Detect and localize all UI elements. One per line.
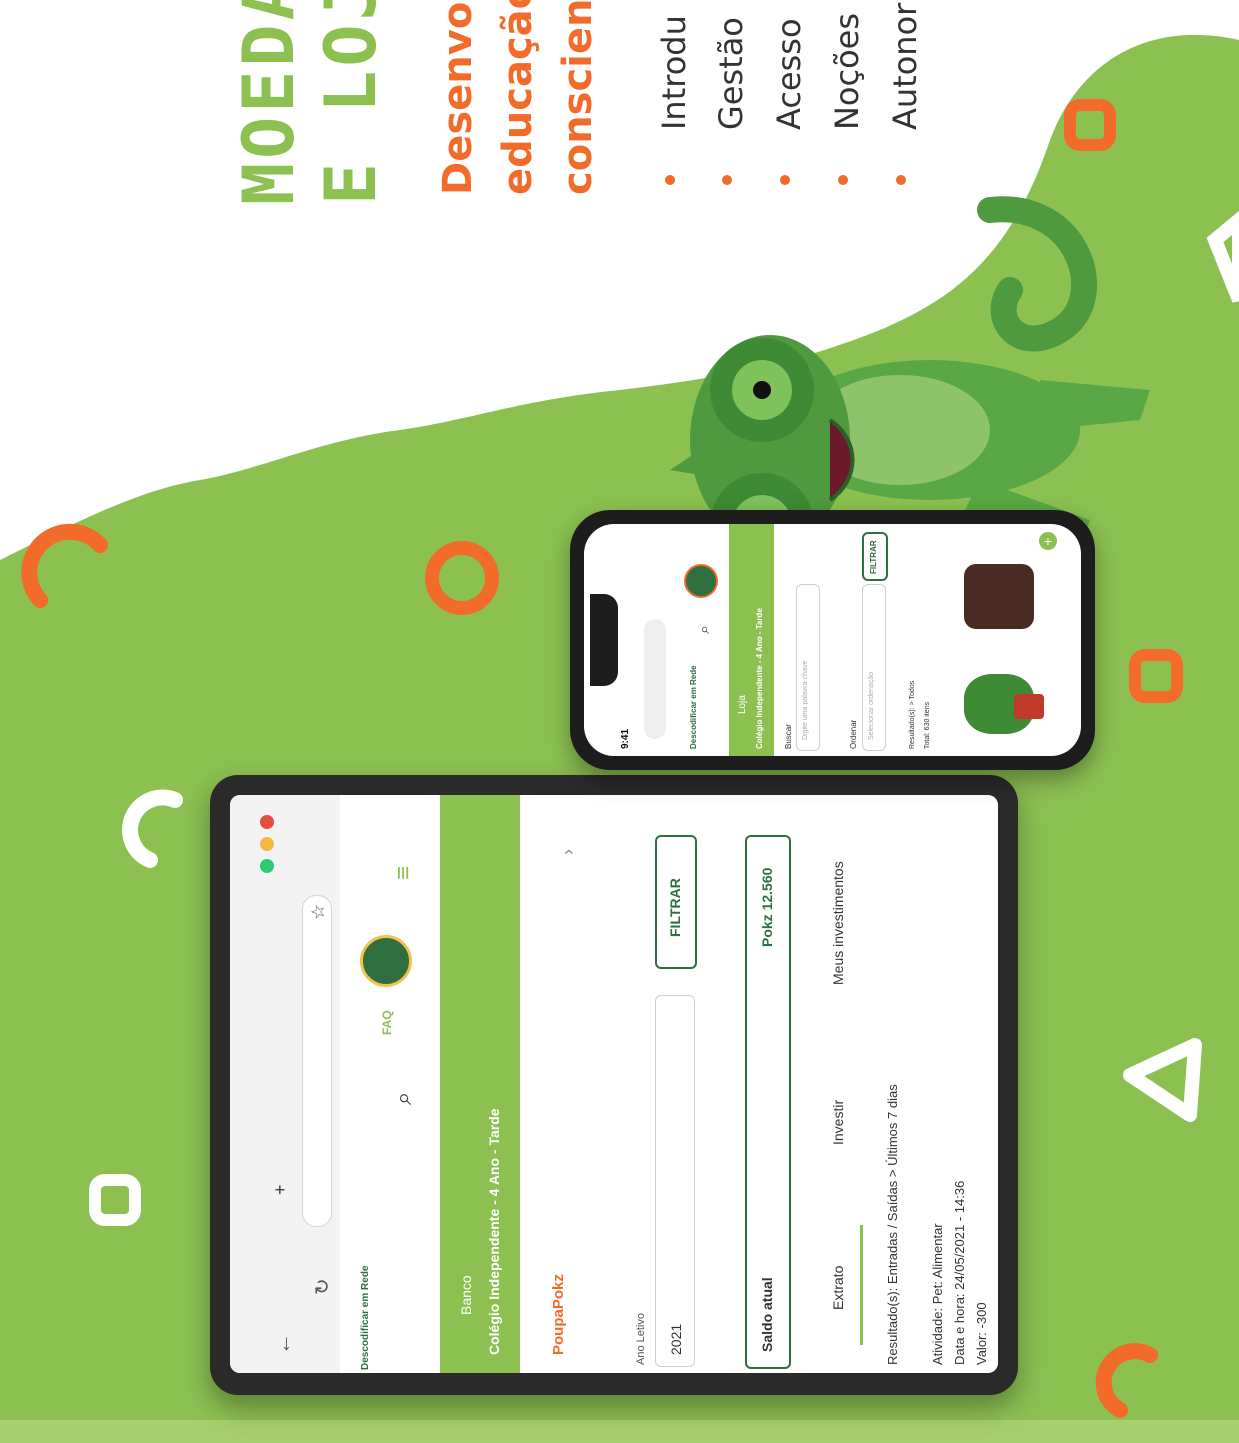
phone-screen: 9:41 Descodificar em Rede ⌕ Loja Colégio… (584, 524, 1081, 756)
filter-button-label: FILTRAR (667, 878, 683, 937)
valor-text: Valor: -300 (974, 1302, 989, 1365)
bullet-item: Acesso (770, 18, 808, 130)
tab-meus-investimentos[interactable]: Meus investimentos (830, 861, 846, 985)
chevron-down-icon[interactable]: › (558, 849, 579, 855)
subtitle-line2: educação (495, 0, 541, 195)
section-title[interactable]: Banco (458, 1275, 474, 1315)
bullet-item: Noções (828, 12, 866, 130)
tablet-device: ← ↻ + ☆ Descodificar em Rede FAQ ⌕ ≡ Ban… (210, 775, 1018, 1395)
phone-total: Total: 630 itens (924, 701, 931, 749)
bullet-dot (838, 175, 848, 185)
add-tab-icon[interactable]: + (270, 1184, 291, 1195)
browser-chrome: ← ↻ + ☆ (230, 795, 340, 1373)
app-logo: Descodificar em Rede (360, 1265, 371, 1371)
phone-class-name: Colégio Independente - 4 Ano - Tarde (755, 608, 764, 749)
phone-avatar[interactable] (684, 564, 718, 598)
atividade-text: Atividade: Pet: Alimentar (930, 1223, 945, 1365)
ano-letivo-select[interactable] (655, 995, 695, 1367)
headline-area: MOEDA E LOJA Desenvol educação conscien … (210, 0, 1239, 230)
saldo-label: Saldo atual (759, 1277, 775, 1352)
phone-buscar-placeholder: Digite uma palavra-chave (802, 660, 809, 740)
phone-search-icon[interactable]: ⌕ (696, 625, 714, 634)
bullet-item: Gestão (712, 17, 750, 130)
data-hora-text: Data e hora: 24/05/2021 - 14:36 (952, 1180, 967, 1365)
status-time: 9:41 (620, 728, 631, 749)
faq-icon[interactable]: FAQ (380, 1010, 394, 1035)
tablet-screen: ← ↻ + ☆ Descodificar em Rede FAQ ⌕ ≡ Ban… (230, 795, 998, 1373)
star-icon[interactable]: ☆ (308, 904, 329, 920)
headline-line1: MOEDA (228, 0, 310, 205)
bullet-item: Autonor (886, 2, 924, 130)
phone-filter-button[interactable]: FILTRAR (862, 532, 888, 581)
phone-ordenar-placeholder: Selecionar ordenação (868, 671, 875, 740)
phone-search-pill[interactable] (644, 619, 666, 739)
phone-ordenar-label: Ordenar (849, 719, 858, 749)
avatar[interactable] (360, 935, 412, 987)
class-name: Colégio Independente - 4 Ano - Tarde (486, 1108, 502, 1355)
phone-buscar-input[interactable]: Digite uma palavra-chave (796, 584, 820, 751)
tab-underline (860, 1225, 863, 1345)
phone-device: 9:41 Descodificar em Rede ⌕ Loja Colégio… (570, 510, 1095, 770)
search-icon[interactable]: ⌕ (390, 1092, 418, 1105)
add-item-icon[interactable]: + (1039, 532, 1057, 550)
bullet-dot (780, 175, 790, 185)
phone-app-logo: Descodificar em Rede (689, 665, 698, 749)
window-max-dot[interactable] (260, 859, 274, 873)
bullet-dot (896, 175, 906, 185)
phone-section-title[interactable]: Loja (737, 695, 748, 714)
bullet-item: Introdu (655, 15, 693, 130)
window-close-dot[interactable] (260, 815, 274, 829)
filter-button[interactable]: FILTRAR (655, 835, 697, 969)
saldo-value: Pokz 12.560 (759, 867, 775, 947)
tab-extrato[interactable]: Extrato (830, 1266, 846, 1310)
saldo-box: Saldo atual Pokz 12.560 (745, 835, 791, 1369)
section-header: Banco Colégio Independente - 4 Ano - Tar… (440, 795, 520, 1373)
results-text: Resultado(s): Entradas / Saídas > Último… (885, 1084, 900, 1365)
phone-filter-label: FILTRAR (869, 540, 878, 574)
tab-poupapokz[interactable]: PoupaPokz (550, 1274, 567, 1355)
subtitle-line1: Desenvol (435, 0, 481, 195)
ano-letivo-value: 2021 (668, 1323, 684, 1355)
phone-section-header: Loja Colégio Independente - 4 Ano - Tard… (729, 524, 774, 756)
headline-line2: E LOJA (310, 0, 392, 205)
reload-icon[interactable]: ↻ (310, 1278, 335, 1295)
product-pot-image (1014, 694, 1044, 719)
phone-notch (590, 594, 618, 686)
phone-resultados: Resultado(s): > Todos (909, 680, 916, 749)
menu-icon[interactable]: ≡ (390, 866, 418, 880)
bullet-dot (665, 175, 675, 185)
phone-buscar-label: Buscar (784, 724, 793, 749)
address-bar[interactable] (302, 895, 332, 1227)
window-min-dot[interactable] (260, 837, 274, 851)
ano-letivo-label: Ano Letivo (635, 1313, 647, 1365)
back-arrow-icon[interactable]: ← (270, 1333, 296, 1355)
tab-investir[interactable]: Investir (830, 1100, 846, 1145)
bullet-dot (722, 175, 732, 185)
subtitle-line3: conscien (555, 0, 601, 195)
product-hat-image[interactable] (964, 564, 1034, 629)
phone-ordenar-select[interactable]: Selecionar ordenação (862, 584, 886, 751)
